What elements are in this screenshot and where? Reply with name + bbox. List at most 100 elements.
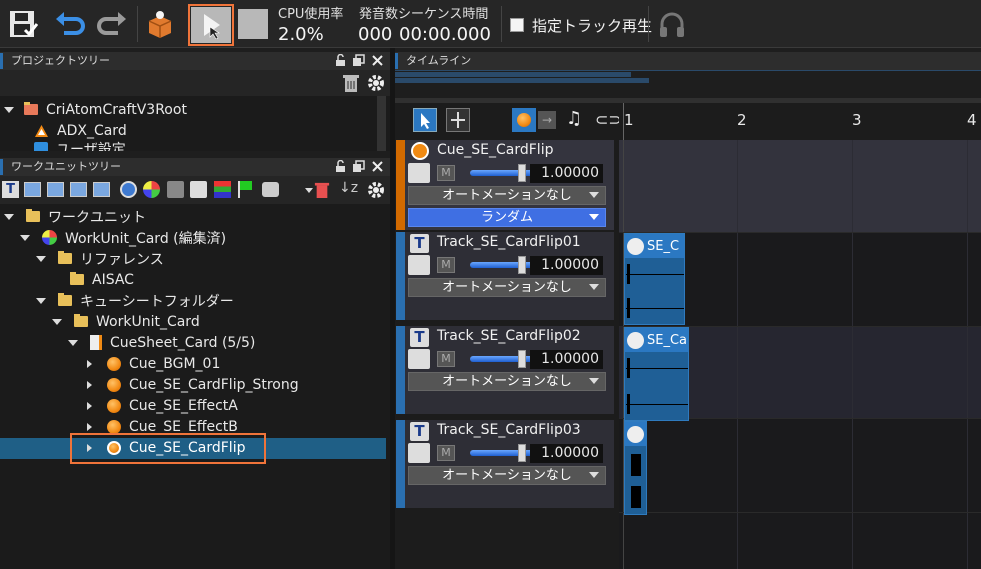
envelope-icon[interactable] [408, 349, 430, 369]
mute-button[interactable]: M [437, 165, 455, 181]
play-button[interactable] [188, 4, 234, 46]
tree-item[interactable]: キューシートフォルダー [36, 290, 234, 311]
waveform-clip[interactable] [624, 421, 647, 515]
sort-icon[interactable]: ↓z [339, 180, 358, 196]
monitor-button[interactable] [655, 8, 689, 42]
cue-icon [107, 419, 121, 434]
mute-button[interactable]: M [437, 351, 455, 367]
add-clip-icon[interactable] [47, 182, 64, 197]
track-header[interactable]: T Track_SE_CardFlip02 M 1.00000 オートメーションなし [396, 326, 614, 414]
expand-arrow-icon[interactable] [52, 318, 62, 325]
gear-icon[interactable] [366, 180, 386, 200]
category-icon[interactable] [214, 181, 231, 198]
save-button[interactable] [6, 6, 40, 42]
delete-icon[interactable] [314, 181, 330, 199]
collapse-arrow-icon[interactable] [87, 359, 92, 368]
node-icon[interactable] [120, 181, 137, 198]
volume-knob[interactable] [518, 164, 526, 182]
automation-select[interactable]: オートメーションなし [408, 278, 606, 297]
waveform-clip[interactable]: SE_C [624, 233, 685, 325]
volume-knob[interactable] [518, 350, 526, 368]
tree-item[interactable]: WorkUnit_Card (編集済) [20, 227, 226, 248]
expand-arrow-icon[interactable] [68, 339, 78, 346]
collapse-arrow-icon[interactable] [87, 380, 92, 389]
select-tool-button[interactable] [413, 108, 437, 132]
automation-select[interactable]: オートメーションなし [408, 186, 606, 205]
specified-track-checkbox[interactable] [510, 18, 524, 32]
envelope-icon[interactable] [408, 163, 430, 183]
volume-value[interactable]: 1.00000 [530, 444, 603, 463]
collapse-arrow-icon[interactable] [87, 422, 92, 431]
pin-icon[interactable] [334, 160, 347, 173]
mute-button[interactable]: M [437, 445, 455, 461]
cut-tool-button[interactable] [446, 108, 470, 132]
project-tree-scrollbar[interactable] [377, 96, 386, 151]
arrow-mode-button[interactable]: → [538, 111, 556, 129]
track-name: Track_SE_CardFlip01 [437, 234, 581, 250]
tree-item[interactable]: CriAtomCraftV3Root [4, 99, 187, 120]
tree-item[interactable]: Cue_SE_EffectA [84, 395, 238, 416]
cue-icon [107, 398, 121, 413]
tree-item[interactable]: ユーザ設定 [34, 138, 126, 151]
expand-arrow-icon[interactable] [36, 255, 46, 262]
face-icon[interactable] [262, 182, 279, 197]
add-clip-icon[interactable] [93, 182, 110, 197]
ruler-label: 4 [967, 111, 977, 129]
wave-icon[interactable] [190, 181, 207, 198]
automation-value: オートメーションなし [442, 468, 572, 483]
envelope-icon[interactable] [408, 443, 430, 463]
expand-arrow-icon[interactable] [20, 234, 30, 241]
envelope-icon[interactable] [408, 255, 430, 275]
close-icon[interactable] [371, 160, 384, 173]
toolbar-divider [137, 6, 138, 42]
float-icon[interactable] [352, 54, 365, 67]
cue-mode-button[interactable] [512, 108, 536, 132]
add-clip-icon[interactable] [70, 182, 87, 197]
pin-icon[interactable] [334, 54, 347, 67]
stop-button[interactable] [236, 6, 270, 42]
sequence-type-select[interactable]: ランダム [408, 208, 606, 227]
tree-item[interactable]: Cue_SE_CardFlip_Strong [84, 374, 299, 395]
volume-knob[interactable] [518, 444, 526, 462]
volume-value[interactable]: 1.00000 [530, 256, 603, 275]
voices-value: 000 [358, 24, 393, 45]
waveform-clip[interactable]: SE_Ca [624, 327, 689, 421]
expand-arrow-icon[interactable] [4, 213, 14, 220]
note-icon[interactable]: ♫ [566, 108, 582, 129]
mute-button[interactable]: M [437, 257, 455, 273]
redo-button[interactable] [94, 6, 130, 42]
volume-knob[interactable] [518, 256, 526, 274]
flag-icon[interactable] [238, 181, 252, 198]
undo-button[interactable] [52, 6, 88, 42]
link-icon[interactable]: ⊂⊃ [595, 110, 622, 129]
tree-item[interactable]: AISAC [52, 269, 134, 290]
track-header[interactable]: T Track_SE_CardFlip01 M 1.00000 オートメーションなし [396, 232, 614, 320]
trash-icon[interactable] [342, 73, 360, 93]
automation-select[interactable]: オートメーションなし [408, 466, 606, 485]
tree-item[interactable]: WorkUnit_Card [52, 311, 200, 332]
tree-item[interactable]: リファレンス [36, 248, 164, 269]
tree-item[interactable]: Cue_BGM_01 [84, 353, 220, 374]
expand-arrow-icon[interactable] [36, 297, 46, 304]
tree-item[interactable]: ワークユニット [4, 206, 146, 227]
volume-value[interactable]: 1.00000 [530, 164, 603, 183]
tree-item[interactable]: CueSheet_Card (5/5) [68, 332, 255, 353]
add-clip-icon[interactable] [24, 182, 41, 197]
close-icon[interactable] [371, 54, 384, 67]
palette-icon[interactable] [143, 181, 160, 198]
volume-value[interactable]: 1.00000 [530, 350, 603, 369]
tree-item-label: Cue_BGM_01 [129, 355, 221, 372]
chevron-down-icon [589, 214, 599, 220]
speaker-icon[interactable] [167, 181, 184, 198]
track-header[interactable]: T Track_SE_CardFlip03 M 1.00000 オートメーションなし [396, 420, 614, 508]
add-track-icon[interactable]: T [2, 181, 19, 198]
build-button[interactable] [142, 6, 178, 42]
expand-arrow-icon[interactable] [4, 106, 14, 113]
float-icon[interactable] [352, 160, 365, 173]
gear-icon[interactable] [366, 73, 386, 93]
dropdown-icon[interactable] [305, 188, 313, 193]
collapse-arrow-icon[interactable] [87, 401, 92, 410]
automation-select[interactable]: オートメーションなし [408, 372, 606, 391]
automation-value: オートメーションなし [442, 188, 572, 203]
cue-header[interactable]: Cue_SE_CardFlip M 1.00000 オートメーションなし ランダ… [396, 140, 614, 230]
